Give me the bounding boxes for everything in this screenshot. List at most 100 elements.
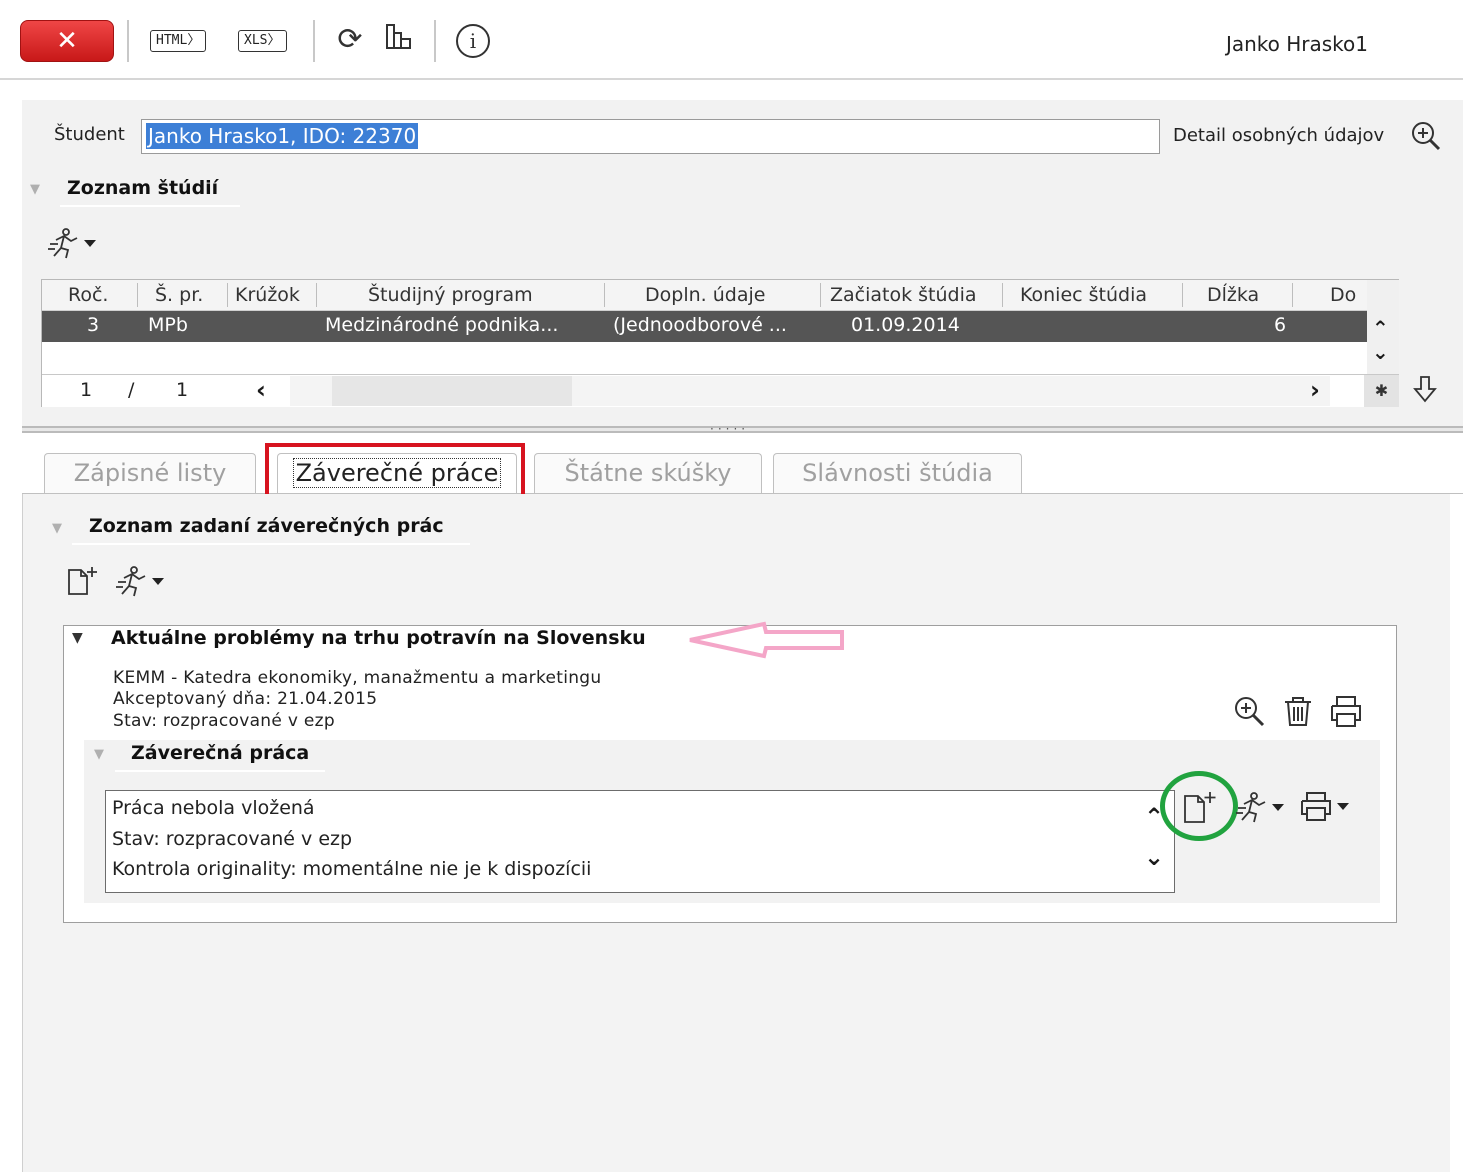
user-name: Janko Hrasko1 [1225, 32, 1368, 56]
printer-icon[interactable] [1299, 790, 1359, 828]
studies-title: Zoznam štúdií [67, 177, 219, 199]
column-divider[interactable] [1182, 283, 1183, 307]
title-underline [115, 770, 325, 772]
studies-table: Roč. Š. pr. Krúžok Študijný program Dopl… [41, 279, 1399, 407]
scroll-down-icon[interactable]: ⌄ [1372, 340, 1389, 364]
cell-study-program-code: MPb [148, 314, 188, 336]
runner-action-icon[interactable] [1232, 790, 1292, 828]
column-header[interactable]: Koniec štúdia [1020, 284, 1147, 306]
scroll-down-icon[interactable]: ⌄ [1144, 843, 1164, 871]
upload-highlight-annotation [1160, 771, 1238, 841]
column-header[interactable]: Š. pr. [155, 284, 203, 306]
html-export-button[interactable]: HTML〉 [150, 30, 207, 52]
pager-separator: / [128, 379, 135, 401]
student-label: Študent [54, 124, 125, 145]
collapse-triangle-icon[interactable]: ▼ [52, 521, 62, 536]
xls-export-label: XLS [244, 33, 268, 48]
scroll-up-icon[interactable]: ⌃ [1372, 316, 1389, 340]
student-field[interactable]: Janko Hrasko1, IDO: 22370 [141, 119, 1160, 154]
table-row[interactable]: 3 MPb Medzinárodné podnika... (Jednoodbo… [42, 311, 1367, 342]
tab-enrollment-sheets[interactable]: Zápisné listy [44, 453, 256, 493]
xls-export-button[interactable]: XLS〉 [238, 30, 287, 52]
final-work-status-line: Stav: rozpracované v ezp [112, 828, 353, 850]
final-work-title: Záverečná práca [131, 742, 310, 764]
pager-total-pages: 1 [176, 379, 189, 401]
toolbar-separator [127, 20, 129, 62]
printer-icon[interactable] [1328, 694, 1364, 732]
html-export-label: HTML [156, 33, 188, 48]
column-divider[interactable] [316, 283, 317, 307]
refresh-icon[interactable]: ⟳ [332, 22, 368, 58]
gear-icon[interactable]: ✱ [1364, 375, 1399, 407]
final-work-info-box: Práca nebola vložená Stav: rozpracované … [105, 790, 1175, 893]
toolbar-separator [434, 20, 436, 62]
splitter-grip-icon[interactable]: ····· [710, 422, 749, 436]
column-divider[interactable] [604, 283, 605, 307]
tab-label: Slávnosti štúdia [802, 459, 993, 487]
cell-study-program: Medzinárodné podnika... [325, 314, 559, 336]
title-underline [72, 543, 470, 545]
column-header[interactable]: Dĺžka [1207, 284, 1259, 306]
column-divider[interactable] [227, 283, 228, 307]
toolbar-separator [313, 20, 315, 62]
runner-action-icon[interactable] [44, 226, 104, 264]
toolbar: ✕ HTML〉 XLS〉 ⟳ i Janko Hrasko1 [0, 0, 1463, 80]
final-work-status-line: Kontrola originality: momentálne nie je … [112, 858, 592, 880]
final-work-status-line: Práca nebola vložená [112, 797, 315, 819]
thesis-accepted-date: Akceptovaný dňa: 21.04.2015 [113, 689, 378, 709]
zoom-in-icon-svg [1412, 122, 1441, 151]
column-header[interactable]: Študijný program [368, 284, 533, 306]
cell-duration: 6 [1274, 314, 1287, 336]
collapse-triangle-icon[interactable]: ▼ [30, 182, 40, 197]
zoom-in-icon[interactable] [1232, 694, 1266, 732]
table-pager: 1 / 1 ‹ › ✱ [42, 374, 1399, 407]
hierarchy-icon-svg [386, 24, 411, 49]
runner-action-icon[interactable] [112, 564, 172, 602]
column-header[interactable]: Roč. [68, 284, 108, 306]
new-document-icon[interactable] [66, 564, 102, 602]
thesis-title: Aktuálne problémy na trhu potravín na Sl… [111, 627, 646, 649]
column-divider[interactable] [1002, 283, 1003, 307]
printer-icon-svg [1301, 792, 1349, 821]
runner-action-icon-svg [116, 566, 164, 597]
assignments-title: Zoznam zadaní záverečných prác [89, 515, 444, 537]
thesis-state: Stav: rozpracované v ezp [113, 711, 335, 731]
table-header: Roč. Š. pr. Krúžok Študijný program Dopl… [42, 280, 1367, 311]
vertical-scrollbar[interactable]: ⌃ ⌄ [1367, 280, 1399, 374]
info-icon[interactable]: i [456, 24, 490, 58]
tab-state-exams[interactable]: Štátne skúšky [534, 453, 762, 493]
annotation-arrow-icon [686, 620, 846, 664]
column-header[interactable]: Krúžok [235, 284, 300, 306]
cell-year: 3 [87, 314, 100, 336]
hierarchy-icon[interactable] [381, 22, 417, 58]
collapse-triangle-icon[interactable]: ▼ [72, 630, 83, 646]
new-document-icon-svg [68, 567, 97, 595]
title-underline [60, 205, 240, 207]
runner-action-icon-svg [48, 228, 96, 259]
annotation-arrow-icon-svg [689, 621, 844, 659]
zoom-in-icon-svg [1235, 697, 1265, 727]
column-divider[interactable] [137, 283, 138, 307]
close-button[interactable]: ✕ [20, 20, 114, 62]
scroll-left-icon[interactable]: ‹ [256, 376, 266, 404]
trash-icon-svg [1285, 697, 1311, 726]
column-header[interactable]: Dopln. údaje [645, 284, 765, 306]
column-header[interactable]: Začiatok štúdia [830, 284, 977, 306]
column-divider[interactable] [1292, 283, 1293, 307]
column-divider[interactable] [820, 283, 821, 307]
trash-icon[interactable] [1281, 694, 1315, 732]
detail-personal-data-link[interactable]: Detail osobných údajov [1173, 125, 1384, 146]
cell-start-date: 01.09.2014 [851, 314, 960, 336]
column-header[interactable]: Do [1330, 284, 1356, 306]
pager-current-page[interactable]: 1 [80, 379, 92, 401]
tab-graduation-ceremonies[interactable]: Slávnosti štúdia [773, 453, 1022, 493]
printer-icon-svg [1331, 696, 1361, 727]
collapse-triangle-icon[interactable]: ▼ [94, 747, 104, 762]
scroll-right-icon[interactable]: › [1310, 376, 1320, 404]
horizontal-scroll-thumb[interactable] [332, 376, 572, 406]
tab-label: Zápisné listy [73, 459, 227, 487]
runner-action-icon-svg [1236, 792, 1284, 823]
thesis-department: KEMM - Katedra ekonomiky, manažmentu a m… [113, 668, 602, 688]
download-arrow-icon[interactable] [1410, 374, 1440, 408]
zoom-in-icon[interactable] [1410, 120, 1442, 156]
